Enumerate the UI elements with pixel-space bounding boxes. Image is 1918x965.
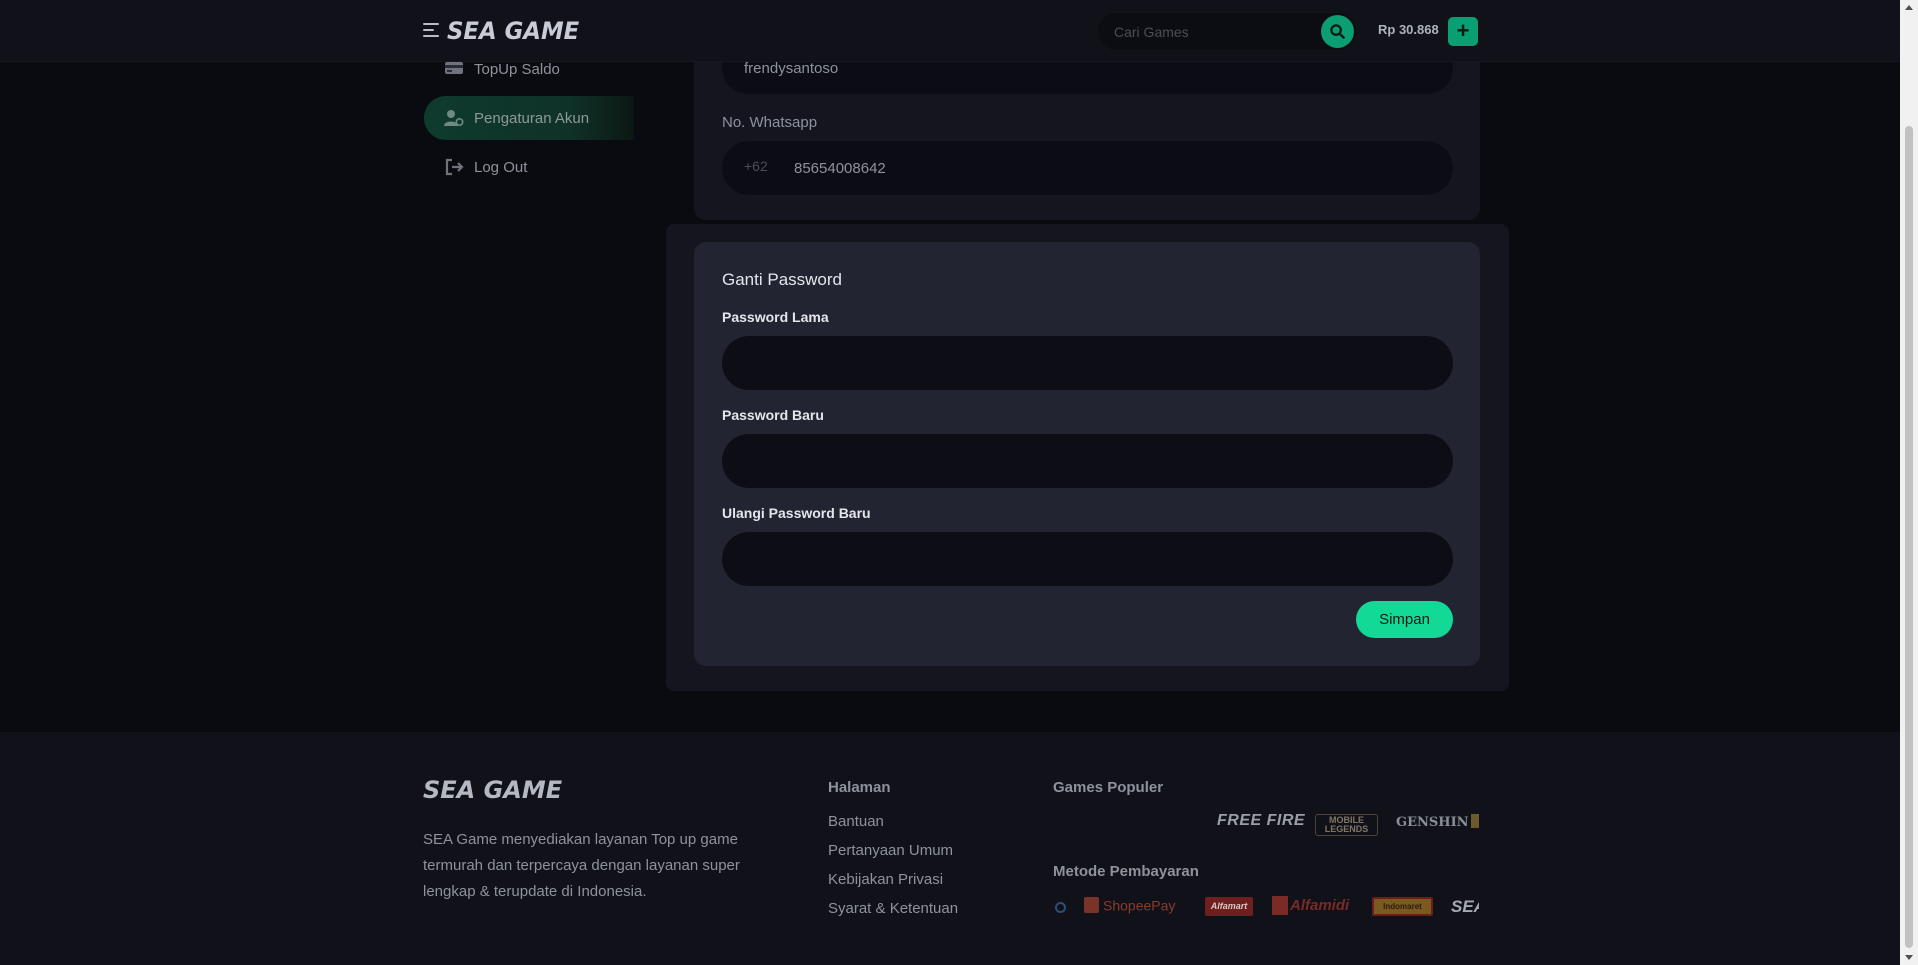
sidebar-item-pengaturan-akun[interactable]: Pengaturan Akun [424,96,634,140]
footer-payments-heading: Metode Pembayaran [1053,863,1199,880]
whatsapp-input[interactable] [722,141,1453,195]
confirm-password-input[interactable] [722,532,1453,586]
old-password-field[interactable] [722,336,1453,390]
shopeepay-bag-icon [1084,897,1099,914]
mobile-legends-logo[interactable]: MOBILE LEGENDS [1315,814,1378,836]
logout-icon [444,158,464,176]
alfamidi-logo[interactable]: Alfamidi [1272,896,1349,915]
sidebar-item-label: Log Out [474,158,528,176]
sea-pay-logo-partial[interactable]: SEA [1451,897,1479,917]
search-button[interactable] [1321,15,1354,48]
payment-logo-partial [1055,902,1066,913]
old-password-input[interactable] [722,336,1453,390]
confirm-password-label: Ulangi Password Baru [722,505,871,521]
confirm-password-field[interactable] [722,532,1453,586]
new-password-input[interactable] [722,434,1453,488]
genshin-logo[interactable]: GENSHIN [1396,815,1469,830]
sidebar-item-log-out[interactable]: Log Out [424,145,634,189]
shopeepay-label: ShopeePay [1103,897,1176,914]
footer-link-kebijakan-privasi[interactable]: Kebijakan Privasi [828,871,943,888]
user-gear-icon [444,109,464,127]
page-scrollbar[interactable] [1900,0,1918,965]
indomaret-logo[interactable]: Indomaret [1372,897,1433,916]
menu-icon[interactable] [423,23,441,39]
shopeepay-logo[interactable]: ShopeePay [1084,896,1176,914]
old-password-label: Password Lama [722,309,829,325]
footer-link-syarat-ketentuan[interactable]: Syarat & Ketentuan [828,900,958,917]
footer-description: SEA Game menyediakan layanan Top up game… [423,831,740,900]
search-box [1098,13,1356,50]
footer-games-heading: Games Populer [1053,779,1164,796]
alfamart-logo[interactable]: Alfamart [1205,897,1253,916]
free-fire-logo[interactable]: FREE FIRE [1217,812,1305,830]
game-logo-partial [1471,814,1479,828]
save-button[interactable]: Simpan [1356,601,1453,638]
scroll-thumb[interactable] [1905,126,1913,948]
alfamidi-mark-icon [1272,896,1288,915]
site-logo[interactable]: SEA GAME [447,17,579,45]
sidebar-item-label: Pengaturan Akun [474,109,590,127]
footer-link-pertanyaan-umum[interactable]: Pertanyaan Umum [828,842,953,859]
country-code-prefix: +62 [744,158,768,174]
new-password-field[interactable] [722,434,1453,488]
topup-add-button[interactable]: + [1448,17,1478,46]
wallet-icon [444,60,464,78]
whatsapp-label: No. Whatsapp [722,114,818,131]
footer-link-bantuan[interactable]: Bantuan [828,813,884,830]
sidebar-item-label: TopUp Saldo [474,60,560,78]
new-password-label: Password Baru [722,407,824,423]
password-card-title: Ganti Password [722,270,842,289]
alfamidi-label: Alfamidi [1290,897,1350,914]
top-header: SEA GAME Rp 30.868 + [0,0,1900,62]
balance-amount: Rp 30.868 [1378,22,1439,37]
search-input[interactable] [1114,13,1314,50]
search-icon [1330,24,1345,39]
footer-pages-heading: Halaman [828,779,891,796]
footer-logo[interactable]: SEA GAME [423,776,562,804]
whatsapp-field[interactable]: +62 [722,141,1453,195]
scroll-down-arrow-icon[interactable] [1905,955,1913,960]
scroll-up-arrow-icon[interactable] [1905,5,1913,10]
